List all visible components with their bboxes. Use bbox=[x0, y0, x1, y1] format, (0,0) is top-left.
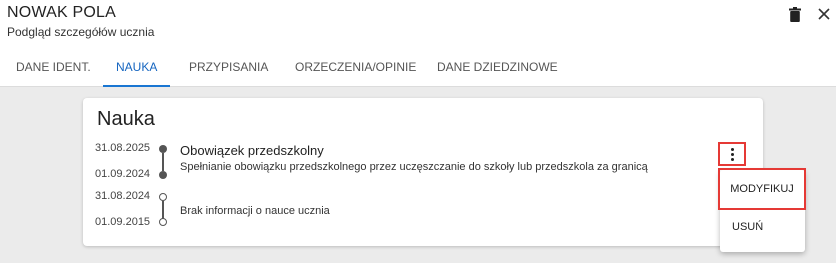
student-name-title: NOWAK POLA bbox=[7, 4, 116, 21]
entry-description: Brak informacji o nauce ucznia bbox=[180, 205, 330, 217]
trash-icon[interactable] bbox=[787, 6, 803, 22]
nauka-card: Nauka 31.08.2025 01.09.2024 Obowiązek pr… bbox=[83, 98, 763, 246]
menu-item-modyfikuj[interactable]: MODYFIKUJ bbox=[718, 168, 806, 210]
entry-date-to: 31.08.2025 bbox=[95, 142, 151, 154]
entry-description: Spełnianie obowiązku przedszkolnego prze… bbox=[180, 161, 648, 173]
entry-title: Obowiązek przedszkolny bbox=[180, 143, 324, 158]
kebab-menu-icon[interactable] bbox=[718, 142, 746, 166]
page-subtitle: Podgląd szczegółów ucznia bbox=[7, 25, 155, 39]
menu-item-usun[interactable]: USUŃ bbox=[732, 221, 763, 233]
context-menu: MODYFIKUJ USUŃ bbox=[718, 168, 806, 252]
timeline-dot-hollow bbox=[159, 218, 167, 226]
card-title: Nauka bbox=[97, 108, 155, 130]
timeline-line bbox=[162, 201, 164, 219]
timeline-line bbox=[162, 153, 164, 171]
tab-nauka[interactable]: NAUKA bbox=[102, 53, 171, 87]
close-icon[interactable] bbox=[816, 6, 832, 22]
dialog-header: NOWAK POLA Podgląd szczegółów ucznia DAN… bbox=[0, 0, 836, 87]
tab-dane-dziedzinowe[interactable]: DANE DZIEDZINOWE bbox=[437, 53, 558, 87]
tab-dane-ident[interactable]: DANE IDENT. bbox=[16, 53, 91, 87]
tab-orzeczenia-opinie[interactable]: ORZECZENIA/OPINIE bbox=[295, 53, 416, 87]
entry-date-to: 31.08.2024 bbox=[95, 190, 151, 202]
entry-date-from: 01.09.2024 bbox=[95, 168, 151, 180]
timeline-dot-hollow bbox=[159, 193, 167, 201]
timeline-dot-filled bbox=[159, 145, 167, 153]
entry-date-from: 01.09.2015 bbox=[95, 216, 151, 228]
timeline-dot-filled bbox=[159, 171, 167, 179]
tab-przypisania[interactable]: PRZYPISANIA bbox=[189, 53, 268, 87]
